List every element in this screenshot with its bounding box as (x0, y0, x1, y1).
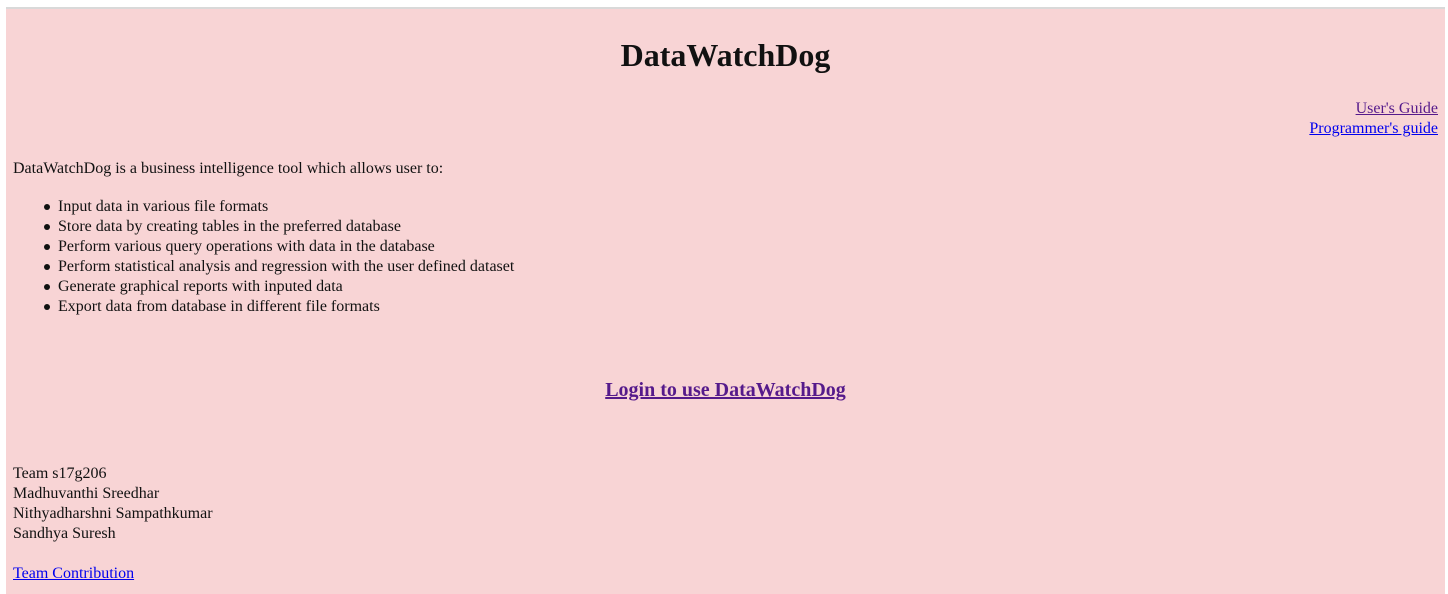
guide-links: User's Guide Programmer's guide (1309, 99, 1438, 139)
feature-list: Input data in various file formats Store… (13, 197, 514, 317)
list-item: Generate graphical reports with inputed … (43, 277, 514, 297)
login-section: Login to use DataWatchDog (6, 377, 1445, 403)
list-item: Export data from database in different f… (43, 297, 514, 317)
list-item: Perform various query operations with da… (43, 237, 514, 257)
list-item: Input data in various file formats (43, 197, 514, 217)
page-title: DataWatchDog (620, 37, 831, 73)
team-contribution-link[interactable]: Team Contribution (13, 565, 134, 582)
users-guide-link[interactable]: User's Guide (1309, 99, 1438, 119)
team-member: Madhuvanthi Sreedhar (13, 485, 160, 502)
team-member: Sandhya Suresh (13, 525, 116, 542)
page-body: DataWatchDog User's Guide Programmer's g… (6, 7, 1445, 594)
intro-text: DataWatchDog is a business intelligence … (13, 160, 444, 177)
team-name: Team s17g206 (13, 465, 107, 482)
list-item: Store data by creating tables in the pre… (43, 217, 514, 237)
login-link[interactable]: Login to use DataWatchDog (605, 379, 846, 401)
team-contribution-section: Team Contribution (13, 564, 134, 584)
team-member: Nithyadharshni Sampathkumar (13, 505, 213, 522)
programmers-guide-link[interactable]: Programmer's guide (1309, 119, 1438, 139)
list-item: Perform statistical analysis and regress… (43, 258, 515, 275)
team-info: Team s17g206 Madhuvanthi Sreedhar Nithya… (13, 464, 213, 544)
